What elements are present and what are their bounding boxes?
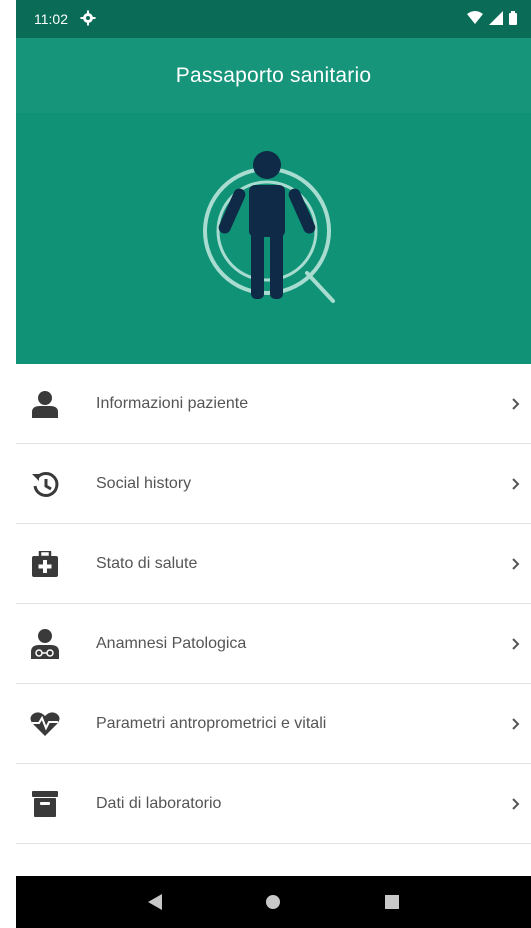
hero-banner bbox=[16, 113, 531, 364]
chevron-right-icon bbox=[509, 717, 523, 731]
navigation-bar bbox=[16, 876, 531, 928]
gear-icon bbox=[80, 10, 96, 29]
back-icon[interactable] bbox=[135, 882, 175, 922]
chevron-right-icon bbox=[509, 477, 523, 491]
recents-icon[interactable] bbox=[372, 882, 412, 922]
menu-item-label: Anamnesi Patologica bbox=[96, 634, 247, 652]
menu-item-label: Dati di laboratorio bbox=[96, 794, 222, 812]
menu-item-label: Stato di salute bbox=[96, 554, 198, 572]
menu-item-anamnesi-patologica[interactable]: Anamnesi Patologica bbox=[16, 604, 531, 684]
person-icon bbox=[28, 387, 62, 421]
menu-list: Informazioni paziente Social history Sta… bbox=[16, 364, 531, 844]
heart-pulse-icon bbox=[28, 707, 62, 741]
history-icon bbox=[28, 467, 62, 501]
doctor-icon bbox=[28, 627, 62, 661]
battery-icon bbox=[509, 10, 517, 28]
status-time: 11:02 bbox=[34, 11, 68, 27]
menu-item-label: Informazioni paziente bbox=[96, 394, 249, 412]
chevron-right-icon bbox=[509, 557, 523, 571]
chevron-right-icon bbox=[509, 797, 523, 811]
menu-item-parametri[interactable]: Parametri antroprometrici e vitali bbox=[16, 684, 531, 764]
app-bar: Passaporto sanitario bbox=[16, 38, 531, 113]
screen: 11:02 Passaporto sanitario Informazioni … bbox=[0, 0, 531, 928]
signal-icon bbox=[489, 10, 503, 28]
app-window: 11:02 Passaporto sanitario Informazioni … bbox=[16, 0, 531, 928]
page-title: Passaporto sanitario bbox=[175, 63, 372, 87]
chevron-right-icon bbox=[509, 397, 523, 411]
wifi-icon bbox=[467, 10, 483, 28]
status-bar: 11:02 bbox=[16, 0, 531, 38]
menu-item-stato-di-salute[interactable]: Stato di salute bbox=[16, 524, 531, 604]
chevron-right-icon bbox=[509, 637, 523, 651]
home-icon[interactable] bbox=[253, 882, 293, 922]
person-search-icon bbox=[199, 151, 349, 326]
menu-item-social-history[interactable]: Social history bbox=[16, 444, 531, 524]
menu-item-dati-di-laboratorio[interactable]: Dati di laboratorio bbox=[16, 764, 531, 844]
menu-item-label: Parametri antroprometrici e vitali bbox=[96, 714, 327, 732]
menu-item-label: Social history bbox=[96, 474, 192, 492]
medical-bag-icon bbox=[28, 547, 62, 581]
archive-icon bbox=[28, 787, 62, 821]
menu-item-informazioni-paziente[interactable]: Informazioni paziente bbox=[16, 364, 531, 444]
